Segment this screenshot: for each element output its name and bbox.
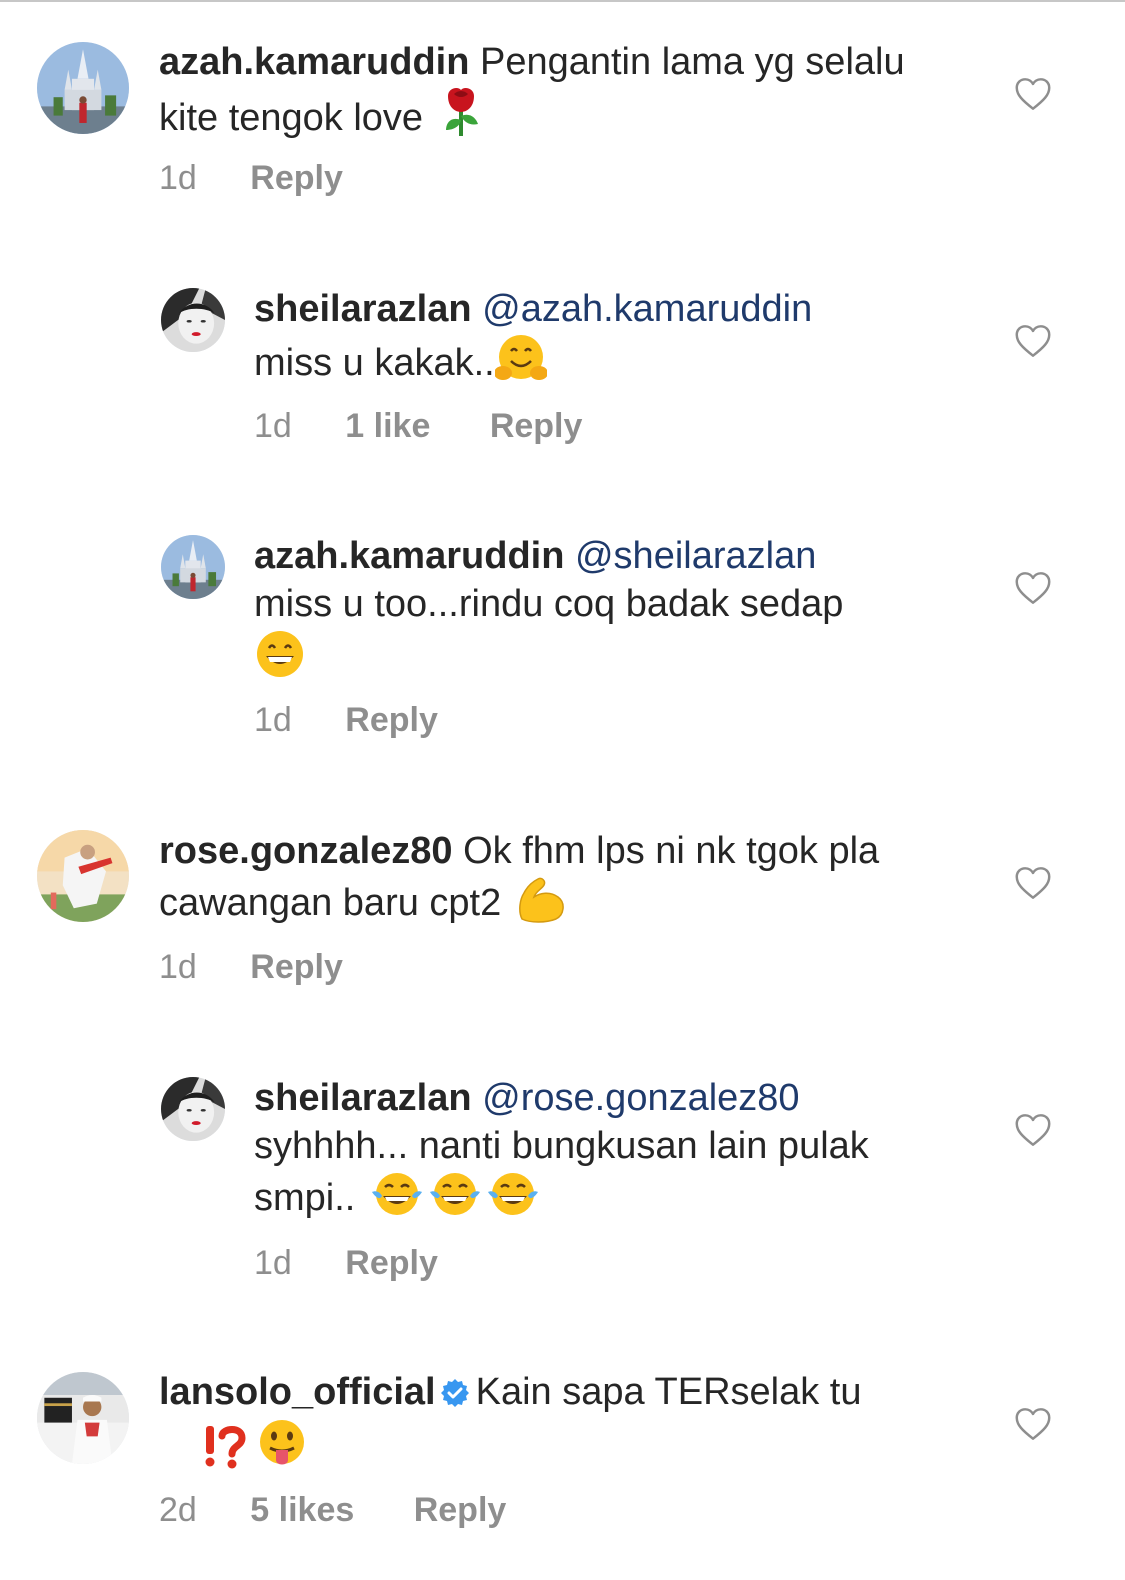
rose-emoji	[438, 86, 484, 150]
reply-button[interactable]: Reply	[414, 1490, 507, 1530]
comment-body: azah.kamaruddin @sheilarazlan miss u too…	[254, 532, 974, 692]
reply-button[interactable]: Reply	[490, 406, 583, 446]
comment-username[interactable]: rose.gonzalez80	[159, 830, 453, 872]
comment-mention[interactable]: @rose.gonzalez80	[482, 1077, 799, 1119]
like-heart-icon[interactable]	[1014, 571, 1052, 605]
comment-time: 1d	[254, 407, 292, 445]
comment-emoji-group	[200, 1418, 308, 1475]
exclamation-question-mark-emoji	[200, 1422, 248, 1475]
tears-of-joy-emoji	[428, 1170, 482, 1230]
comment-body: azah.kamaruddin Pengantin lama yg selalu…	[159, 38, 959, 150]
comment-text: miss u too...rindu coq badak sedap	[254, 583, 844, 625]
verified-badge-icon	[440, 1372, 470, 1420]
like-heart-icon[interactable]	[1014, 1407, 1052, 1441]
reply-button[interactable]: Reply	[250, 158, 343, 198]
reply-button[interactable]: Reply	[345, 700, 438, 740]
tears-of-joy-emoji	[486, 1170, 540, 1230]
comment-text: Kain sapa TERselak tu	[475, 1371, 862, 1413]
reply-button[interactable]: Reply	[250, 947, 343, 987]
like-heart-icon[interactable]	[1014, 866, 1052, 900]
comment-meta: 2d 5 likes Reply	[159, 1490, 506, 1530]
grinning-face-emoji	[254, 628, 306, 692]
comment-text: syhhhh... nanti bungkusan lain pulak smp…	[254, 1125, 869, 1219]
comment-mention[interactable]: @sheilarazlan	[575, 535, 816, 577]
comment-body: sheilarazlan @azah.kamaruddin miss u kak…	[254, 285, 974, 395]
comment-username[interactable]: azah.kamaruddin	[159, 41, 469, 83]
likes-count[interactable]: 1 like	[345, 406, 430, 446]
comment-time: 1d	[254, 701, 292, 739]
comment-meta: 1d Reply	[159, 158, 343, 198]
comment-username[interactable]: lansolo_official	[159, 1371, 436, 1413]
avatar[interactable]	[161, 288, 225, 352]
avatar[interactable]	[161, 1077, 225, 1141]
comment-time: 1d	[254, 1244, 292, 1282]
comment-text: miss u kakak..	[254, 342, 495, 384]
face-with-tongue-emoji	[256, 1418, 308, 1475]
likes-count[interactable]: 5 likes	[250, 1490, 354, 1530]
avatar[interactable]	[161, 535, 225, 599]
avatar[interactable]	[37, 830, 129, 922]
comment-body: sheilarazlan @rose.gonzalez80 syhhhh... …	[254, 1074, 974, 1230]
avatar[interactable]	[37, 42, 129, 134]
like-heart-icon[interactable]	[1014, 1113, 1052, 1147]
reply-button[interactable]: Reply	[345, 1243, 438, 1283]
tears-of-joy-emoji	[370, 1170, 424, 1230]
avatar[interactable]	[37, 1372, 129, 1464]
comment-body: lansolo_official Kain sapa TERselak tu	[159, 1368, 959, 1420]
comment-body: rose.gonzalez80 Ok fhm lps ni nk tgok pl…	[159, 827, 959, 935]
comment-username[interactable]: sheilarazlan	[254, 1077, 472, 1119]
comment-meta: 1d Reply	[159, 947, 343, 987]
like-heart-icon[interactable]	[1014, 77, 1052, 111]
comment-meta: 1d 1 like Reply	[254, 406, 582, 446]
comment-mention[interactable]: @azah.kamaruddin	[482, 288, 812, 330]
like-heart-icon[interactable]	[1014, 324, 1052, 358]
comment-time: 1d	[159, 948, 197, 986]
comment-time: 1d	[159, 159, 197, 197]
flexed-biceps-emoji	[516, 875, 568, 935]
comment-meta: 1d Reply	[254, 1243, 438, 1283]
comment-time: 2d	[159, 1491, 197, 1529]
comment-username[interactable]: sheilarazlan	[254, 288, 472, 330]
comment-meta: 1d Reply	[254, 700, 438, 740]
hugging-face-emoji	[493, 333, 548, 395]
top-divider	[0, 0, 1125, 2]
comment-username[interactable]: azah.kamaruddin	[254, 535, 564, 577]
